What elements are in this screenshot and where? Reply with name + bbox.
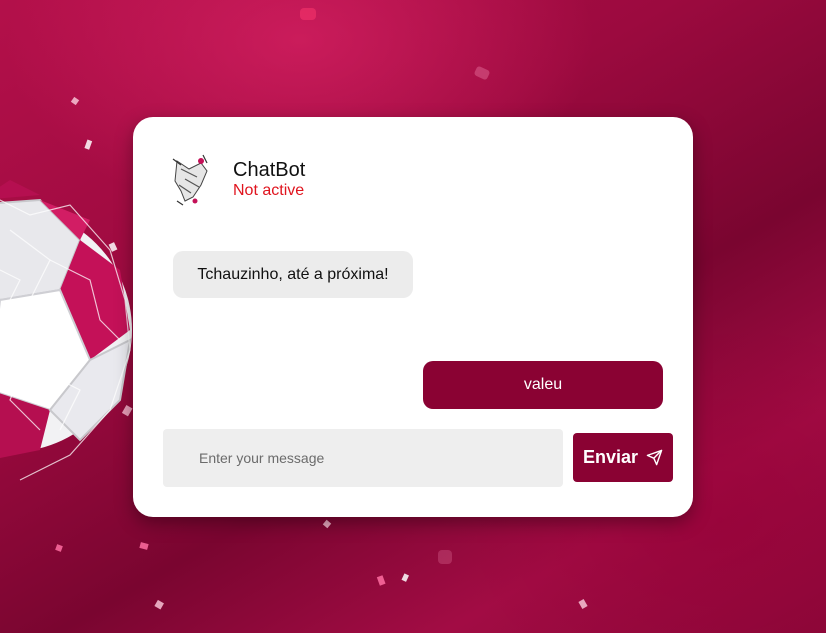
paper-plane-icon [646,449,663,466]
send-button-label: Enviar [582,447,639,467]
send-button[interactable]: Enviar [573,433,673,482]
user-message-bubble: valeu [423,361,663,409]
bot-status: Not active [233,182,305,199]
message-input[interactable] [163,429,563,487]
soccer-ball-icon [0,180,132,481]
bot-avatar-icon [172,154,208,206]
bot-name: ChatBot [233,159,306,181]
bot-message-bubble: Tchauzinho, até a próxima! [173,251,413,298]
chat-window: ChatBot Not active Tchauzinho, até a pró… [133,117,693,517]
